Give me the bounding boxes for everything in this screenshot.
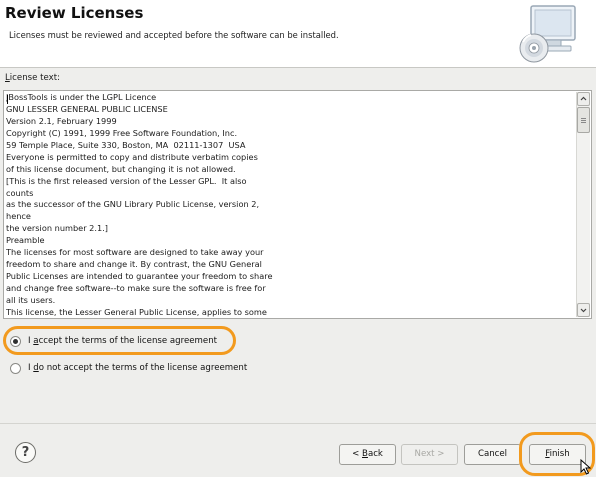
- scroll-up-button[interactable]: [577, 92, 590, 106]
- license-line: as the successor of the GNU Library Publ…: [6, 199, 260, 210]
- license-line: Everyone is permitted to copy and distri…: [6, 151, 258, 162]
- license-line: [This is the first released version of t…: [6, 175, 247, 186]
- mouse-cursor-icon: [580, 459, 591, 475]
- license-line: Public Licenses are intended to guarante…: [6, 271, 273, 282]
- license-line: The licenses for most software are desig…: [6, 247, 264, 258]
- scroll-down-button[interactable]: [577, 303, 590, 317]
- button-bar-separator: [0, 423, 596, 424]
- license-line: Copyright (C) 1991, 1999 Free Software F…: [6, 127, 238, 138]
- license-line: Preamble: [6, 235, 45, 246]
- chevron-down-icon: [580, 308, 587, 313]
- help-button[interactable]: ?: [15, 442, 36, 463]
- cancel-button[interactable]: Cancel: [464, 444, 521, 465]
- wizard-header: Review Licenses Licenses must be reviewe…: [0, 0, 596, 68]
- license-line: Version 2.1, February 1999: [6, 115, 117, 126]
- license-line: counts: [6, 187, 34, 198]
- license-line: This license, the Lesser General Public …: [6, 306, 267, 317]
- license-text-content: JBossTools is under the LGPL Licence GNU …: [6, 92, 574, 317]
- license-text-label: License text:: [5, 73, 60, 83]
- scroll-thumb[interactable]: [577, 107, 590, 133]
- license-line: of this license document, but changing i…: [6, 163, 236, 174]
- license-line: GNU LESSER GENERAL PUBLIC LICENSE: [6, 103, 168, 114]
- license-line: the version number 2.1.]: [6, 223, 109, 234]
- back-button[interactable]: < Back: [339, 444, 396, 465]
- license-line: JBossTools is under the LGPL Licence: [6, 92, 157, 102]
- help-icon: ?: [21, 445, 30, 460]
- license-line: all its users.: [6, 294, 56, 305]
- license-line: and change free software--to make sure t…: [6, 283, 266, 293]
- page-description: Licenses must be reviewed and accepted b…: [9, 30, 339, 40]
- license-text-area[interactable]: JBossTools is under the LGPL Licence GNU …: [3, 90, 592, 319]
- license-line: freedom to share and change it. By contr…: [6, 259, 262, 270]
- cd-install-icon: [519, 5, 576, 63]
- radio-selected-icon: [10, 335, 21, 347]
- decline-license-radio[interactable]: I do not accept the terms of the license…: [10, 360, 247, 376]
- license-line: hence: [6, 211, 31, 222]
- accept-license-label: I accept the terms of the license agreem…: [28, 336, 218, 346]
- license-scrollbar[interactable]: [576, 92, 590, 317]
- chevron-up-icon: [580, 96, 587, 101]
- next-button[interactable]: Next >: [401, 444, 458, 465]
- page-title: Review Licenses: [5, 4, 144, 22]
- license-line: 59 Temple Place, Suite 330, Boston, MA 0…: [6, 139, 246, 150]
- accept-license-radio[interactable]: I accept the terms of the license agreem…: [10, 333, 217, 349]
- decline-license-label: I do not accept the terms of the license…: [28, 363, 248, 373]
- radio-unselected-icon: [10, 362, 21, 374]
- text-caret: [7, 95, 8, 104]
